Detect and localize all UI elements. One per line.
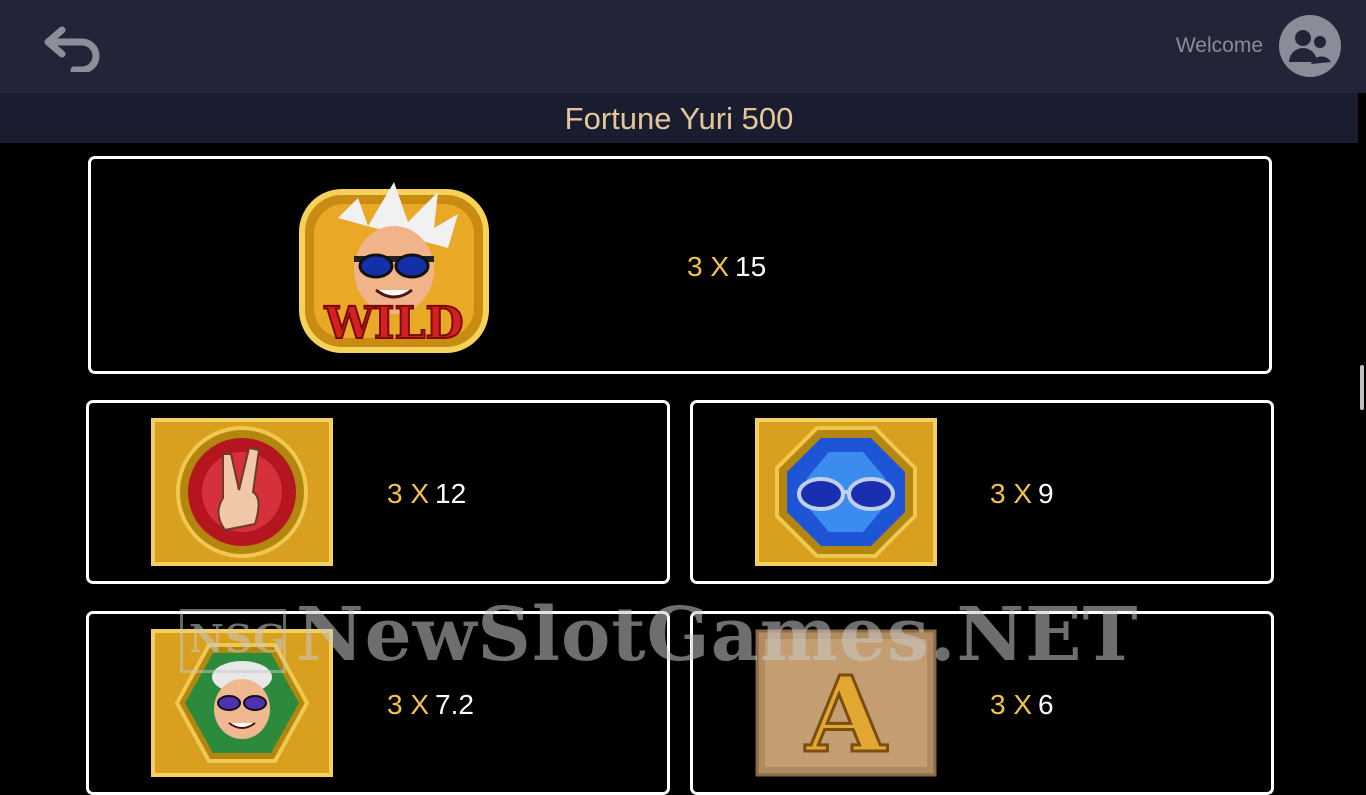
letter-a-label: A	[805, 653, 888, 776]
peace-hand-symbol-icon	[151, 418, 333, 566]
paytable-card-peace-hand: 3 X 12	[86, 400, 670, 584]
combo-multiplier: 3 X	[990, 478, 1033, 509]
combo-multiplier: 3 X	[387, 689, 430, 720]
paytable-card-letter-a: A 3 X6	[690, 611, 1274, 795]
scrollbar-track[interactable]	[1358, 93, 1366, 768]
back-button[interactable]	[40, 22, 106, 74]
yuri-face-symbol-icon	[151, 629, 333, 777]
letter-a-symbol-icon: A	[755, 629, 937, 778]
welcome-label: Welcome	[1175, 34, 1263, 57]
paytable-card-yuri-face: 3 X 7.2	[86, 611, 670, 795]
payout-text: 3 X 12	[387, 478, 466, 510]
sunglasses-gem-symbol-icon	[755, 418, 937, 566]
scrollbar-thumb[interactable]	[1360, 365, 1364, 410]
wild-label: WILD	[323, 298, 463, 349]
user-avatar-icon	[1279, 15, 1341, 77]
payout-value: 6	[1038, 689, 1054, 720]
payout-value: 9	[1038, 478, 1054, 509]
payout-text: 3 X9	[990, 478, 1054, 510]
combo-multiplier: 3 X	[687, 251, 730, 282]
back-arrow-icon	[44, 26, 100, 74]
payout-text: 3 X 7.2	[387, 689, 474, 721]
payout-value: 7.2	[435, 689, 474, 720]
wild-symbol-icon: WILD	[298, 178, 490, 354]
page-title: Fortune Yuri 500	[0, 93, 1358, 143]
payout-value: 15	[735, 251, 767, 282]
paytable-card-sunglasses-gem: 3 X9	[690, 400, 1274, 584]
paytable-card-wild: WILD 3 X 15	[88, 156, 1272, 374]
combo-multiplier: 3 X	[990, 689, 1033, 720]
avatar[interactable]	[1278, 14, 1342, 78]
payout-text: 3 X 15	[687, 251, 766, 283]
top-bar: Welcome	[0, 0, 1366, 93]
payout-text: 3 X6	[990, 689, 1054, 721]
combo-multiplier: 3 X	[387, 478, 430, 509]
payout-value: 12	[435, 478, 467, 509]
